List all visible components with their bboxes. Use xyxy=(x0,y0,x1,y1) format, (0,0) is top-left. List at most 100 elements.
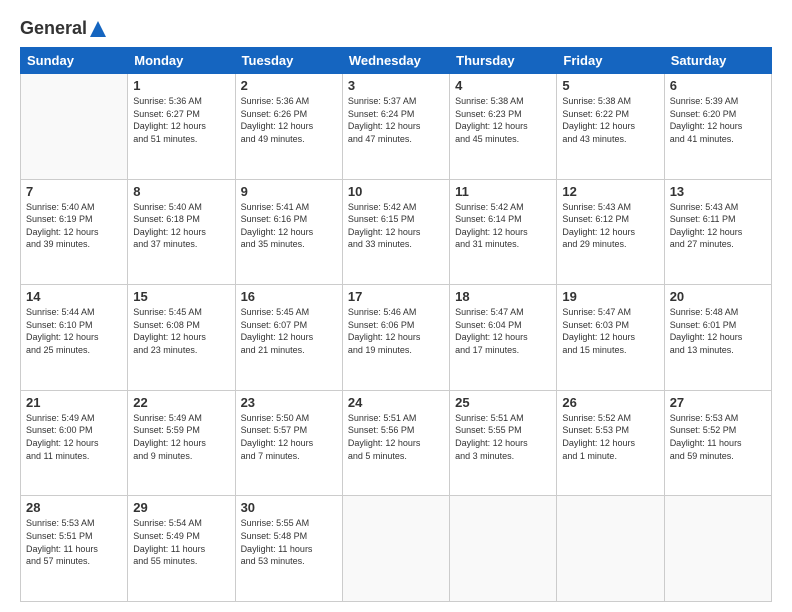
day-number: 14 xyxy=(26,289,122,304)
day-number: 13 xyxy=(670,184,766,199)
logo: General xyxy=(20,18,107,37)
day-number: 12 xyxy=(562,184,658,199)
calendar-cell: 19 Sunrise: 5:47 AM Sunset: 6:03 PM Dayli… xyxy=(557,285,664,391)
day-info: Sunrise: 5:49 AM Sunset: 6:00 PM Dayligh… xyxy=(26,412,122,462)
day-info: Sunrise: 5:51 AM Sunset: 5:55 PM Dayligh… xyxy=(455,412,551,462)
calendar-cell xyxy=(21,74,128,180)
day-info: Sunrise: 5:53 AM Sunset: 5:52 PM Dayligh… xyxy=(670,412,766,462)
calendar-cell: 23 Sunrise: 5:50 AM Sunset: 5:57 PM Dayli… xyxy=(235,390,342,496)
calendar-week-row: 14 Sunrise: 5:44 AM Sunset: 6:10 PM Dayli… xyxy=(21,285,772,391)
calendar-cell: 9 Sunrise: 5:41 AM Sunset: 6:16 PM Daylig… xyxy=(235,179,342,285)
calendar-table: SundayMondayTuesdayWednesdayThursdayFrid… xyxy=(20,47,772,602)
day-number: 17 xyxy=(348,289,444,304)
calendar-cell: 21Sunrise: 5:49 AM Sunset: 6:00 PM Dayli… xyxy=(21,390,128,496)
calendar-cell: 15 Sunrise: 5:45 AM Sunset: 6:08 PM Dayli… xyxy=(128,285,235,391)
day-info: Sunrise: 5:42 AM Sunset: 6:15 PM Dayligh… xyxy=(348,201,444,251)
day-number: 30 xyxy=(241,500,337,515)
day-info: Sunrise: 5:51 AM Sunset: 5:56 PM Dayligh… xyxy=(348,412,444,462)
calendar-cell: 26 Sunrise: 5:52 AM Sunset: 5:53 PM Dayli… xyxy=(557,390,664,496)
logo-general-text: General xyxy=(20,18,87,39)
day-info: Sunrise: 5:36 AM Sunset: 6:26 PM Dayligh… xyxy=(241,95,337,145)
day-info: Sunrise: 5:38 AM Sunset: 6:23 PM Dayligh… xyxy=(455,95,551,145)
day-number: 2 xyxy=(241,78,337,93)
calendar-cell xyxy=(342,496,449,602)
day-info: Sunrise: 5:38 AM Sunset: 6:22 PM Dayligh… xyxy=(562,95,658,145)
day-info: Sunrise: 5:46 AM Sunset: 6:06 PM Dayligh… xyxy=(348,306,444,356)
calendar-cell xyxy=(450,496,557,602)
day-number: 27 xyxy=(670,395,766,410)
day-number: 24 xyxy=(348,395,444,410)
day-info: Sunrise: 5:43 AM Sunset: 6:11 PM Dayligh… xyxy=(670,201,766,251)
day-info: Sunrise: 5:52 AM Sunset: 5:53 PM Dayligh… xyxy=(562,412,658,462)
calendar-cell: 4 Sunrise: 5:38 AM Sunset: 6:23 PM Daylig… xyxy=(450,74,557,180)
day-number: 11 xyxy=(455,184,551,199)
day-number: 22 xyxy=(133,395,229,410)
day-number: 28 xyxy=(26,500,122,515)
day-info: Sunrise: 5:39 AM Sunset: 6:20 PM Dayligh… xyxy=(670,95,766,145)
calendar-header-wednesday: Wednesday xyxy=(342,48,449,74)
day-info: Sunrise: 5:37 AM Sunset: 6:24 PM Dayligh… xyxy=(348,95,444,145)
day-info: Sunrise: 5:45 AM Sunset: 6:08 PM Dayligh… xyxy=(133,306,229,356)
calendar-header-row: SundayMondayTuesdayWednesdayThursdayFrid… xyxy=(21,48,772,74)
page: General SundayMondayTuesdayWednesdayThur… xyxy=(0,0,792,612)
day-info: Sunrise: 5:47 AM Sunset: 6:03 PM Dayligh… xyxy=(562,306,658,356)
calendar-header-monday: Monday xyxy=(128,48,235,74)
day-number: 9 xyxy=(241,184,337,199)
day-number: 18 xyxy=(455,289,551,304)
calendar-header-sunday: Sunday xyxy=(21,48,128,74)
day-number: 1 xyxy=(133,78,229,93)
header: General xyxy=(20,18,772,37)
calendar-cell: 28 Sunrise: 5:53 AM Sunset: 5:51 PM Dayli… xyxy=(21,496,128,602)
calendar-cell: 6 Sunrise: 5:39 AM Sunset: 6:20 PM Daylig… xyxy=(664,74,771,180)
day-info: Sunrise: 5:54 AM Sunset: 5:49 PM Dayligh… xyxy=(133,517,229,567)
calendar-week-row: 28 Sunrise: 5:53 AM Sunset: 5:51 PM Dayli… xyxy=(21,496,772,602)
calendar-cell: 3 Sunrise: 5:37 AM Sunset: 6:24 PM Daylig… xyxy=(342,74,449,180)
calendar-cell: 5 Sunrise: 5:38 AM Sunset: 6:22 PM Daylig… xyxy=(557,74,664,180)
day-number: 5 xyxy=(562,78,658,93)
day-info: Sunrise: 5:45 AM Sunset: 6:07 PM Dayligh… xyxy=(241,306,337,356)
logo-triangle-icon xyxy=(89,20,107,38)
day-info: Sunrise: 5:40 AM Sunset: 6:18 PM Dayligh… xyxy=(133,201,229,251)
day-number: 23 xyxy=(241,395,337,410)
calendar-header-friday: Friday xyxy=(557,48,664,74)
calendar-cell: 18 Sunrise: 5:47 AM Sunset: 6:04 PM Dayli… xyxy=(450,285,557,391)
day-info: Sunrise: 5:36 AM Sunset: 6:27 PM Dayligh… xyxy=(133,95,229,145)
calendar-header-saturday: Saturday xyxy=(664,48,771,74)
day-number: 8 xyxy=(133,184,229,199)
calendar-cell: 16Sunrise: 5:45 AM Sunset: 6:07 PM Dayli… xyxy=(235,285,342,391)
calendar-cell: 2 Sunrise: 5:36 AM Sunset: 6:26 PM Daylig… xyxy=(235,74,342,180)
day-info: Sunrise: 5:48 AM Sunset: 6:01 PM Dayligh… xyxy=(670,306,766,356)
calendar-cell: 27 Sunrise: 5:53 AM Sunset: 5:52 PM Dayli… xyxy=(664,390,771,496)
calendar-cell: 11Sunrise: 5:42 AM Sunset: 6:14 PM Dayli… xyxy=(450,179,557,285)
calendar-cell: 29 Sunrise: 5:54 AM Sunset: 5:49 PM Dayli… xyxy=(128,496,235,602)
day-info: Sunrise: 5:49 AM Sunset: 5:59 PM Dayligh… xyxy=(133,412,229,462)
day-number: 29 xyxy=(133,500,229,515)
day-info: Sunrise: 5:47 AM Sunset: 6:04 PM Dayligh… xyxy=(455,306,551,356)
calendar-cell: 1 Sunrise: 5:36 AM Sunset: 6:27 PM Daylig… xyxy=(128,74,235,180)
day-number: 15 xyxy=(133,289,229,304)
calendar-cell: 24 Sunrise: 5:51 AM Sunset: 5:56 PM Dayli… xyxy=(342,390,449,496)
calendar-cell: 22 Sunrise: 5:49 AM Sunset: 5:59 PM Dayli… xyxy=(128,390,235,496)
day-number: 6 xyxy=(670,78,766,93)
day-number: 19 xyxy=(562,289,658,304)
calendar-week-row: 21Sunrise: 5:49 AM Sunset: 6:00 PM Dayli… xyxy=(21,390,772,496)
calendar-week-row: 1 Sunrise: 5:36 AM Sunset: 6:27 PM Daylig… xyxy=(21,74,772,180)
calendar-header-tuesday: Tuesday xyxy=(235,48,342,74)
day-info: Sunrise: 5:55 AM Sunset: 5:48 PM Dayligh… xyxy=(241,517,337,567)
day-number: 3 xyxy=(348,78,444,93)
day-number: 25 xyxy=(455,395,551,410)
calendar-cell: 20 Sunrise: 5:48 AM Sunset: 6:01 PM Dayli… xyxy=(664,285,771,391)
calendar-cell: 14 Sunrise: 5:44 AM Sunset: 6:10 PM Dayli… xyxy=(21,285,128,391)
day-number: 4 xyxy=(455,78,551,93)
day-info: Sunrise: 5:41 AM Sunset: 6:16 PM Dayligh… xyxy=(241,201,337,251)
calendar-cell xyxy=(664,496,771,602)
day-number: 20 xyxy=(670,289,766,304)
day-info: Sunrise: 5:44 AM Sunset: 6:10 PM Dayligh… xyxy=(26,306,122,356)
calendar-header-thursday: Thursday xyxy=(450,48,557,74)
day-number: 26 xyxy=(562,395,658,410)
calendar-cell: 13 Sunrise: 5:43 AM Sunset: 6:11 PM Dayli… xyxy=(664,179,771,285)
day-info: Sunrise: 5:50 AM Sunset: 5:57 PM Dayligh… xyxy=(241,412,337,462)
day-info: Sunrise: 5:53 AM Sunset: 5:51 PM Dayligh… xyxy=(26,517,122,567)
day-number: 10 xyxy=(348,184,444,199)
calendar-cell: 8 Sunrise: 5:40 AM Sunset: 6:18 PM Daylig… xyxy=(128,179,235,285)
